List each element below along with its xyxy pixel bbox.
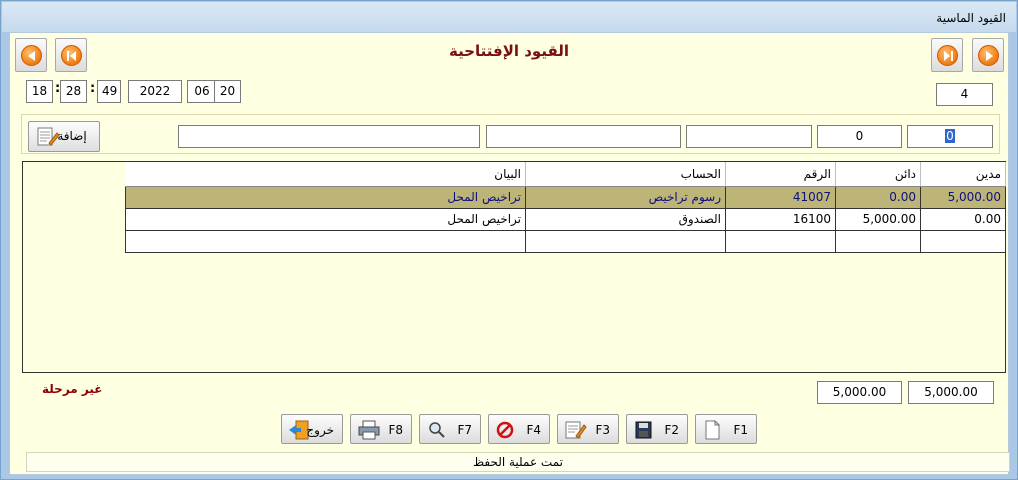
exit-button[interactable]: خروج [281, 414, 343, 444]
form-client-area: القيود الإفتتاحية 18 : 28 : 49 2022 06 2… [9, 32, 1010, 475]
hour-field[interactable]: 18 [26, 80, 53, 103]
cell-number[interactable]: 16100 [725, 207, 836, 231]
save-button[interactable]: F2 [626, 414, 688, 444]
print-button[interactable]: F8 [350, 414, 412, 444]
year-field[interactable]: 2022 [128, 80, 182, 103]
f2-label: F2 [664, 423, 679, 437]
cell-number[interactable]: 41007 [725, 185, 836, 209]
cell-description[interactable]: تراخيص المحل [125, 185, 526, 209]
header-number[interactable]: الرقم [725, 162, 836, 187]
skip-last-icon [944, 51, 953, 61]
cell-number[interactable] [725, 229, 836, 253]
total-debit-field: 5,000.00 [908, 381, 994, 404]
header-debit[interactable]: مدين [920, 162, 1006, 187]
table-row[interactable]: تراخيص المحل الصندوق 16100 5,000.00 0.00 [125, 207, 1006, 231]
time-separator: : [90, 81, 96, 96]
printer-icon [358, 420, 380, 440]
cell-account[interactable] [525, 229, 726, 253]
cell-description[interactable] [125, 229, 526, 253]
account-number-input[interactable] [686, 125, 812, 148]
header-account[interactable]: الحساب [525, 162, 726, 187]
table-row[interactable]: تراخيص المحل رسوم تراخيص 41007 0.00 5,00… [125, 185, 1006, 209]
record-number-field[interactable]: 4 [936, 83, 993, 106]
app-window: القيود الماسية القيود الإفتتاحية 18: 28… [0, 0, 1018, 480]
title-bar: القيود الماسية [2, 2, 1016, 32]
cell-credit[interactable]: 5,000.00 [835, 207, 921, 231]
cell-account[interactable]: رسوم تراخيص [525, 185, 726, 209]
edit-icon [565, 421, 587, 439]
second-field[interactable]: 49 [97, 80, 121, 103]
search-button[interactable]: F7 [419, 414, 481, 444]
debit-input[interactable]: 0 [907, 125, 993, 148]
table-header-row: البيان الحساب الرقم دائن مدين [125, 162, 1006, 187]
exit-button-label: خروج [306, 423, 334, 437]
delete-button[interactable]: F4 [488, 414, 550, 444]
save-icon [635, 421, 652, 439]
cell-debit[interactable] [920, 229, 1006, 253]
previous-record-button[interactable] [972, 38, 1004, 72]
cell-credit[interactable] [835, 229, 921, 253]
cell-account[interactable]: الصندوق [525, 207, 726, 231]
form-title: القيود الإفتتاحية [448, 42, 570, 60]
entries-table: البيان الحساب الرقم دائن مدين تراخيص الم… [125, 162, 1006, 253]
status-bar: تمت عملية الحفظ [26, 452, 1010, 472]
add-button-label: إضافة [57, 129, 87, 143]
header-description[interactable]: البيان [125, 162, 526, 187]
account-input[interactable] [486, 125, 681, 148]
cell-debit[interactable]: 5,000.00 [920, 185, 1006, 209]
f8-label: F8 [388, 423, 403, 437]
add-button[interactable]: إضافة [28, 121, 100, 152]
total-credit-field: 5,000.00 [817, 381, 902, 404]
entries-grid: البيان الحساب الرقم دائن مدين تراخيص الم… [22, 161, 1006, 373]
description-input[interactable] [178, 125, 480, 148]
day-field[interactable]: 20 [214, 80, 241, 103]
cancel-icon [496, 421, 514, 439]
first-record-button[interactable] [931, 38, 963, 72]
cell-debit[interactable]: 0.00 [920, 207, 1006, 231]
window-title: القيود الماسية [936, 11, 1006, 25]
credit-input[interactable]: 0 [817, 125, 902, 148]
f4-label: F4 [526, 423, 541, 437]
search-icon [429, 422, 445, 438]
header-credit[interactable]: دائن [835, 162, 921, 187]
f7-label: F7 [457, 423, 472, 437]
edit-button[interactable]: F3 [557, 414, 619, 444]
debit-input-value: 0 [945, 129, 955, 143]
new-document-icon [705, 420, 721, 440]
table-row[interactable] [125, 229, 1006, 253]
new-button[interactable]: F1 [695, 414, 757, 444]
cell-description[interactable]: تراخيص المحل [125, 207, 526, 231]
f1-label: F1 [733, 423, 748, 437]
f3-label: F3 [595, 423, 610, 437]
arrow-right-icon [986, 51, 993, 61]
cell-credit[interactable]: 0.00 [835, 185, 921, 209]
posting-status: غير مرحلة [42, 382, 103, 396]
month-field[interactable]: 06 [187, 80, 217, 103]
minute-field[interactable]: 28 [60, 80, 87, 103]
